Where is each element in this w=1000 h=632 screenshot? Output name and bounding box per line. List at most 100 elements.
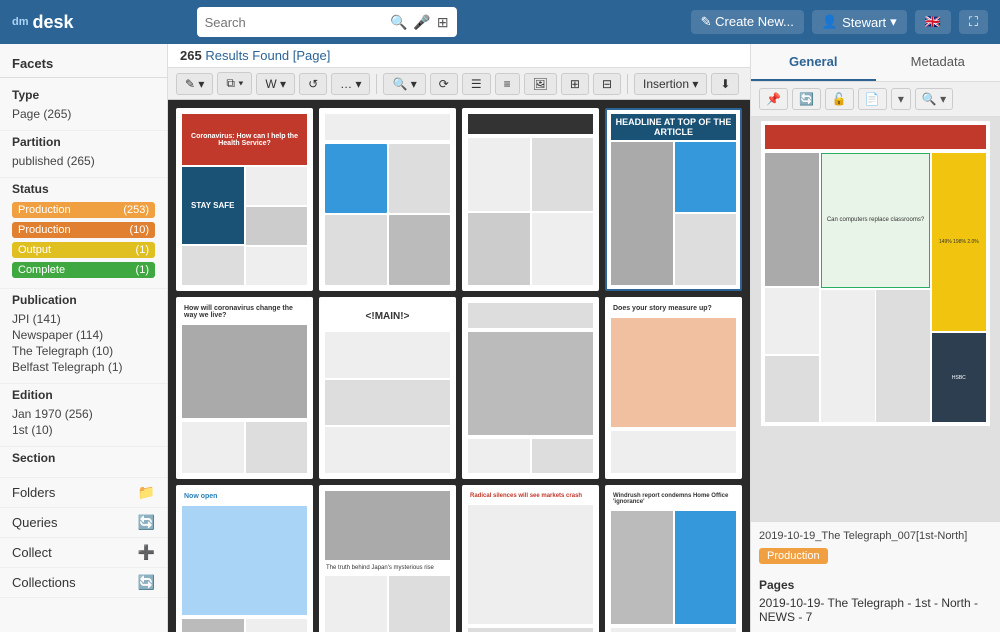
facet-edition-label: Edition — [12, 388, 155, 402]
wp-button[interactable]: W ▾ — [256, 73, 295, 95]
tab-general[interactable]: General — [751, 44, 876, 81]
fullscreen-button[interactable]: ⛶ — [959, 10, 988, 34]
right-panel: General Metadata 📌 🔄 🔓 📄 ▾ 🔍 ▾ — [750, 44, 1000, 632]
grid-item-9[interactable]: Now open — [176, 485, 313, 632]
facet-group-edition: Edition Jan 1970 (256) 1st (10) — [0, 384, 167, 447]
grid-item-1[interactable]: Coronavirus: How can I help the Health S… — [176, 108, 313, 291]
facet-type-label: Type — [12, 88, 155, 102]
panel-more-button[interactable]: ▾ — [891, 88, 911, 110]
results-label: Results Found — [205, 48, 292, 63]
panel-page-entry: 2019-10-19- The Telegraph - 1st - North … — [759, 596, 992, 624]
panel-preview: Can computers replace classrooms? 149% 1… — [751, 117, 1000, 521]
grid-item-7[interactable] — [462, 297, 599, 480]
refresh-panel-button[interactable]: 🔄 — [792, 88, 821, 110]
facet-partition-label: Partition — [12, 135, 155, 149]
mic-button[interactable]: 🎤 — [413, 14, 430, 31]
search-input[interactable] — [205, 15, 384, 30]
grid-item-10[interactable]: The truth behind Japan's mysterious rise — [319, 485, 456, 632]
results-bar: 265 Results Found [Page] — [168, 44, 750, 68]
filter-button[interactable]: ⊞ — [437, 14, 449, 31]
facet-pub-jpi[interactable]: JPI (141) — [12, 311, 155, 327]
queries-icon: 🔄 — [138, 514, 155, 531]
results-page-label: [Page] — [293, 48, 331, 63]
refresh-button[interactable]: ⟳ — [430, 73, 458, 95]
content-toolbar: ✎ ▾ ⧉ ▾ W ▾ ↺ … ▾ 🔍 ▾ ⟳ ☰ ≡ 🖼 ⊞ ⊟ Insert… — [168, 68, 750, 100]
collect-icon: ➕ — [138, 544, 155, 561]
list-view-button[interactable]: ☰ — [462, 73, 491, 95]
grid-area: Coronavirus: How can I help the Health S… — [168, 100, 750, 632]
facet-pub-belfast[interactable]: Belfast Telegraph (1) — [12, 359, 155, 375]
facets-title: Facets — [0, 52, 167, 78]
panel-toolbar: 📌 🔄 🔓 📄 ▾ 🔍 ▾ — [751, 82, 1000, 117]
more-button[interactable]: … ▾ — [331, 73, 370, 95]
facet-pub-telegraph[interactable]: The Telegraph (10) — [12, 343, 155, 359]
grid-item-3[interactable] — [462, 108, 599, 291]
download-button[interactable]: ⬇ — [711, 73, 739, 95]
folders-action[interactable]: Folders 📁 — [0, 478, 167, 508]
status-output-1[interactable]: Output(1) — [12, 242, 155, 258]
lock-button[interactable]: 🔓 — [825, 88, 854, 110]
pin-button[interactable]: 📌 — [759, 88, 788, 110]
collect-action[interactable]: Collect ➕ — [0, 538, 167, 568]
status-production-10[interactable]: Production(10) — [12, 222, 155, 238]
insertion-button[interactable]: Insertion ▾ — [634, 73, 707, 95]
grid-item-6[interactable]: <!MAIN!> — [319, 297, 456, 480]
search-bar: 🔍 🎤 ⊞ — [197, 7, 457, 37]
facet-group-type: Type Page (265) — [0, 84, 167, 131]
header-right: ✎ Create New... 👤 Stewart ▾ 🇬🇧 ⛶ — [691, 10, 988, 34]
content-area: 265 Results Found [Page] ✎ ▾ ⧉ ▾ W ▾ ↺ …… — [168, 44, 750, 632]
language-button[interactable]: 🇬🇧 — [915, 10, 951, 34]
tab-metadata[interactable]: Metadata — [876, 44, 1000, 81]
facet-group-publication: Publication JPI (141) Newspaper (114) Th… — [0, 289, 167, 384]
copy-button[interactable]: ⧉ ▾ — [217, 72, 252, 95]
preview-page: Can computers replace classrooms? 149% 1… — [761, 121, 990, 426]
history-button[interactable]: ↺ — [299, 73, 327, 95]
grid-view-button[interactable]: ⊞ — [561, 73, 589, 95]
user-label: Stewart — [842, 15, 886, 30]
grid-item-11[interactable]: Radical silences will see markets crash — [462, 485, 599, 632]
facet-type-page[interactable]: Page (265) — [12, 106, 155, 122]
thumb-view-button[interactable]: 🖼 — [524, 73, 557, 95]
panel-pages-label: Pages — [759, 578, 992, 592]
facet-edition-jan1970[interactable]: Jan 1970 (256) — [12, 406, 155, 422]
panel-filename: 2019-10-19_The Telegraph_007[1st-North] — [759, 530, 992, 542]
export-button[interactable]: 📄 — [858, 88, 887, 110]
folders-icon: 📁 — [138, 484, 155, 501]
facet-group-status: Status Production(253) Production(10) Ou… — [0, 178, 167, 289]
grid-item-8[interactable]: Does your story measure up? — [605, 297, 742, 480]
columns-button[interactable]: ⊟ — [593, 73, 621, 95]
status-production-253[interactable]: Production(253) — [12, 202, 155, 218]
panel-zoom-button[interactable]: 🔍 ▾ — [915, 88, 953, 110]
create-new-button[interactable]: ✎ Create New... — [691, 10, 804, 34]
page-grid: Coronavirus: How can I help the Health S… — [176, 108, 742, 632]
logo-dm: dm — [12, 16, 29, 28]
grid-item-4[interactable]: HEADLINE AT TOP OF THE ARTICLE — [605, 108, 742, 291]
facet-publication-label: Publication — [12, 293, 155, 307]
edit-button[interactable]: ✎ ▾ — [176, 73, 213, 95]
facet-status-label: Status — [12, 182, 155, 196]
facet-partition-published[interactable]: published (265) — [12, 153, 155, 169]
facet-group-partition: Partition published (265) — [0, 131, 167, 178]
logo-text: desk — [33, 12, 74, 33]
status-complete-1[interactable]: Complete(1) — [12, 262, 155, 278]
grid-item-2[interactable] — [319, 108, 456, 291]
zoom-button[interactable]: 🔍 ▾ — [383, 73, 425, 95]
search-button[interactable]: 🔍 — [390, 14, 407, 31]
facet-pub-newspaper[interactable]: Newspaper (114) — [12, 327, 155, 343]
sidebar: Facets Type Page (265) Partition publish… — [0, 44, 168, 632]
panel-info: 2019-10-19_The Telegraph_007[1st-North] … — [751, 521, 1000, 632]
queries-action[interactable]: Queries 🔄 — [0, 508, 167, 538]
detail-view-button[interactable]: ≡ — [495, 73, 520, 95]
panel-tabs: General Metadata — [751, 44, 1000, 82]
facet-edition-1st[interactable]: 1st (10) — [12, 422, 155, 438]
grid-item-12[interactable]: Windrush report condemns Home Office 'ig… — [605, 485, 742, 632]
grid-item-5[interactable]: How will coronavirus change the way we l… — [176, 297, 313, 480]
results-count: 265 — [180, 48, 202, 63]
app-header: dm desk 🔍 🎤 ⊞ ✎ Create New... 👤 Stewart … — [0, 0, 1000, 44]
panel-status-badge: Production — [759, 548, 828, 564]
facet-section-label: Section — [12, 451, 155, 465]
collections-action[interactable]: Collections 🔄 — [0, 568, 167, 598]
user-dropdown-icon: ▾ — [890, 14, 897, 30]
user-menu-button[interactable]: 👤 Stewart ▾ — [812, 10, 907, 34]
user-icon: 👤 — [822, 14, 838, 30]
